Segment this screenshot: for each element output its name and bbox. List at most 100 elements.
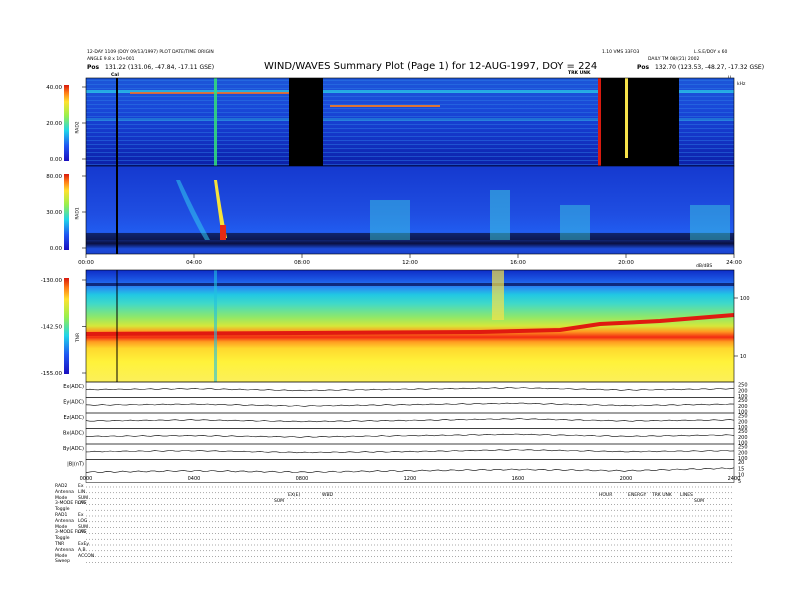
rad2-spike-red [598, 78, 601, 166]
footer-left-label: Mode [55, 553, 68, 559]
line-plot-right-tick: 15 [738, 466, 744, 472]
bottom-time-tick-label: 2000 [620, 476, 633, 482]
footer-left-label: Antenna [55, 518, 74, 524]
footer-left-value: SUM [78, 495, 89, 501]
footer-left-label: Antenna [55, 489, 74, 495]
line-plot-label: Ey(ADC) [63, 400, 84, 406]
rad2-panel [64, 77, 735, 167]
rad2-y-tick-label: 0.00 [50, 157, 63, 163]
bottom-time-tick-label: 1200 [404, 476, 417, 482]
time-tick-label: 24:00 [726, 260, 742, 266]
line-plot-trace [85, 418, 735, 423]
line-plots: Ex(ADC) 250200100Ey(ADC) 250200100Ez(ADC) 2… [63, 381, 748, 485]
footer-left-label: RAD2 [55, 484, 68, 489]
line-plot-trace [85, 467, 735, 473]
footer-left-value: Ex [78, 513, 84, 518]
rad1-y-tick-label: 0.00 [50, 246, 63, 252]
time-tick-label: 20:00 [618, 260, 634, 266]
footer-right-mark-2: ENERGY [628, 493, 647, 498]
time-tick-label: 16:00 [510, 260, 526, 266]
rad2-burst-0500 [214, 78, 217, 166]
footer-mid-mark-1: EX(E) [288, 493, 301, 498]
time-tick-label: 00:00 [78, 260, 94, 266]
rad1-y-tick-label: 30.00 [46, 210, 62, 216]
rad1-y-tick-label: 80.00 [46, 174, 62, 180]
footer-left-value: Ex [78, 484, 84, 489]
footer-dotted-rows [86, 486, 734, 563]
tnr-spectrogram-bg [86, 270, 734, 382]
tnr-colorbar [64, 278, 69, 374]
line-plot-frame [85, 443, 735, 460]
tnr-axis-label: TNR [76, 332, 82, 343]
footer-left-value: OFF [78, 530, 87, 536]
tnr-panel [64, 269, 735, 383]
tnr-dark-band [86, 283, 734, 286]
bottom-time-tick-label: 0400 [188, 476, 201, 482]
rad1-burst-0500-core [220, 225, 226, 240]
tnr-y-tick-label: -130.00 [41, 278, 63, 284]
footer-left-value: LIN [78, 489, 86, 495]
line-plot-label: Bx(ADC) [63, 431, 84, 437]
rad1-colorbar [64, 174, 69, 250]
footer-left-label: Mode [55, 524, 68, 530]
summary-plot: Ex(ADC) 250200100Ey(ADC) 250200100Ez(ADC) 2… [41, 77, 750, 563]
line-plot-trace [85, 402, 735, 407]
tnr-y-tick-label: -142.50 [41, 325, 63, 331]
footer-right-mark-4: LINES [680, 493, 693, 498]
line-plot-trace [85, 433, 735, 438]
footer-right-mark-5: SUM [694, 499, 705, 504]
line-plot-trace [85, 449, 735, 454]
time-tick-label: 04:00 [186, 260, 202, 266]
tnr-right-tick-label: 10 [740, 354, 746, 360]
footer-left-value: A,B [78, 547, 86, 553]
tnr-right-unit: dB/dBS [696, 264, 713, 269]
footer-right-mark-3: TRK UNK [652, 493, 672, 498]
rad2-data-gap-1 [289, 78, 323, 166]
rad1-burst-1530 [490, 190, 510, 240]
rad2-y-tick-label: 40.00 [46, 85, 62, 91]
footer-left-value: ExEy [78, 542, 90, 547]
footer-left-label: RAD1 [55, 513, 68, 518]
line-plot-frame [85, 428, 735, 445]
footer-left-label: Toggle [55, 507, 70, 513]
rad1-panel [64, 165, 735, 255]
footer-left-value: OFF [78, 501, 87, 507]
rad2-emission-red-left [130, 92, 290, 94]
footer-left-value: ACCON [78, 553, 95, 559]
bottom-time-tick-label: 2400 [728, 476, 741, 482]
footer-left-label: Toggle [55, 536, 70, 542]
tnr-right-tick-label: 100 [740, 296, 750, 302]
rad1-burst-1130 [370, 200, 410, 240]
bottom-time-tick-label: 0800 [296, 476, 309, 482]
line-plot-label: |B|(nT) [67, 462, 84, 468]
line-plot-label: Ex(ADC) [63, 384, 84, 390]
footer-right-mark-1: HOUR [599, 493, 613, 498]
line-plot-label: By(ADC) [63, 446, 84, 452]
tnr-burst-0500 [214, 270, 217, 382]
footer-left-label: TNR [55, 542, 65, 547]
rad1-burst-1700 [560, 205, 590, 240]
rad2-colorbar [64, 85, 69, 161]
line-plot-right-tick: 20 [738, 460, 744, 466]
rad1-burst-2300 [690, 205, 730, 240]
time-tick-label: 08:00 [294, 260, 310, 266]
footer-left-label: Mode [55, 495, 68, 501]
footer-mid-mark-3: SUM [274, 499, 285, 504]
rad2-data-gap-2 [601, 78, 679, 166]
line-plot-trace [85, 387, 735, 392]
rad2-spike-yellow [625, 78, 628, 158]
rad1-axis-label: RAD1 [75, 207, 81, 220]
footer-left-value: LOG [78, 518, 88, 524]
tnr-burst-1530 [492, 270, 504, 320]
rad2-axis-label: RAD2 [75, 121, 81, 134]
line-plot-label: Ez(ADC) [64, 415, 84, 421]
rad2-y-tick-label: 20.00 [46, 121, 62, 127]
bottom-time-tick-label: 1600 [512, 476, 525, 482]
time-tick-label: 12:00 [402, 260, 418, 266]
footer-left-label: Sweep [55, 559, 70, 565]
footer-left-value: SUM [78, 524, 89, 530]
bottom-time-tick-label: 0000 [80, 476, 93, 482]
tnr-y-tick-label: -155.00 [41, 371, 63, 377]
footer-left-label: Antenna [55, 547, 74, 553]
rad2-emission-red-mid [330, 105, 440, 107]
